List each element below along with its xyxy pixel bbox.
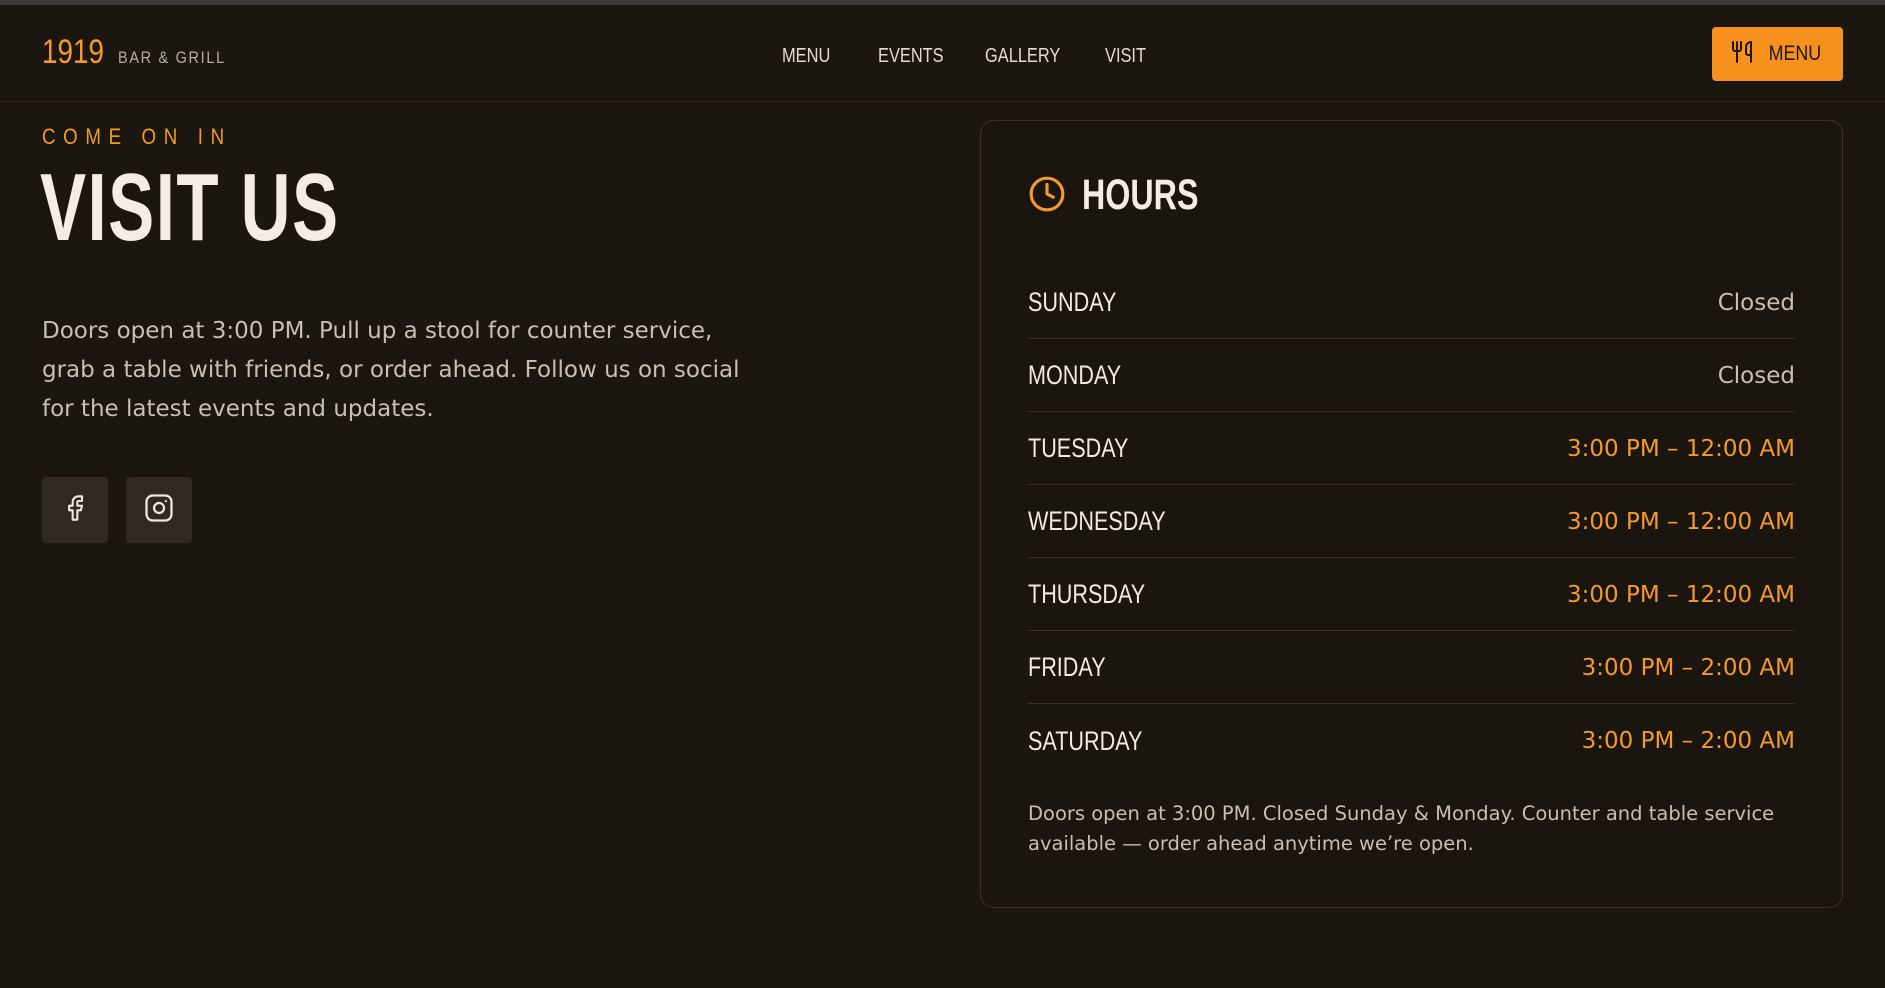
page-title: VISIT US bbox=[40, 154, 340, 261]
hours-row: WEDNESDAY 3:00 PM – 12:00 AM bbox=[1028, 486, 1795, 558]
hours-day: SUNDAY bbox=[1028, 287, 1117, 317]
menu-button[interactable]: MENU bbox=[1712, 27, 1843, 81]
section-eyebrow: COME ON IN bbox=[42, 124, 232, 149]
site-header: 1919 BAR & GRILL MENU EVENTS GALLERY VIS… bbox=[0, 5, 1885, 102]
hours-list: SUNDAY Closed MONDAY Closed TUESDAY 3:00… bbox=[1028, 267, 1795, 778]
menu-button-label: MENU bbox=[1768, 42, 1821, 65]
hours-row: FRIDAY 3:00 PM – 2:00 AM bbox=[1028, 632, 1795, 704]
hours-day: MONDAY bbox=[1028, 360, 1122, 390]
hours-day: FRIDAY bbox=[1028, 652, 1106, 682]
brand-logo[interactable]: 1919 BAR & GRILL bbox=[42, 33, 245, 72]
brand-subtitle: BAR & GRILL bbox=[117, 48, 226, 67]
hours-card: HOURS SUNDAY Closed MONDAY Closed TUESDA… bbox=[980, 120, 1843, 908]
hours-row: SUNDAY Closed bbox=[1028, 267, 1795, 339]
hours-note: Doors open at 3:00 PM. Closed Sunday & M… bbox=[1028, 802, 1775, 855]
hours-row: MONDAY Closed bbox=[1028, 340, 1795, 412]
hours-row: THURSDAY 3:00 PM – 12:00 AM bbox=[1028, 559, 1795, 631]
nav-item-menu[interactable]: MENU bbox=[782, 45, 830, 68]
hours-time: 3:00 PM – 12:00 AM bbox=[1567, 581, 1795, 608]
clock-icon bbox=[1028, 175, 1066, 217]
hours-time: 3:00 PM – 12:00 AM bbox=[1567, 435, 1795, 462]
hours-time: 3:00 PM – 2:00 AM bbox=[1581, 654, 1795, 681]
facebook-button[interactable] bbox=[42, 477, 108, 543]
hours-title: HOURS bbox=[1082, 171, 1199, 219]
brand-number: 1919 bbox=[42, 33, 105, 71]
instagram-icon bbox=[144, 493, 174, 527]
nav-item-events[interactable]: EVENTS bbox=[878, 45, 944, 68]
intro-text: Doors open at 3:00 PM. Pull up a stool f… bbox=[42, 318, 740, 422]
nav-item-visit[interactable]: VISIT bbox=[1105, 45, 1146, 68]
hours-row: SATURDAY 3:00 PM – 2:00 AM bbox=[1028, 705, 1795, 777]
facebook-icon bbox=[61, 494, 89, 526]
hours-day: TUESDAY bbox=[1028, 433, 1129, 463]
utensils-icon bbox=[1730, 40, 1754, 68]
hours-day: SATURDAY bbox=[1028, 725, 1143, 756]
hours-row: TUESDAY 3:00 PM – 12:00 AM bbox=[1028, 413, 1795, 485]
hours-time: Closed bbox=[1717, 362, 1795, 389]
hours-time: Closed bbox=[1717, 289, 1795, 316]
hours-day: THURSDAY bbox=[1028, 579, 1146, 609]
hours-time: 3:00 PM – 2:00 AM bbox=[1581, 728, 1795, 754]
instagram-button[interactable] bbox=[126, 477, 192, 543]
hours-time: 3:00 PM – 12:00 AM bbox=[1567, 508, 1795, 535]
hours-day: WEDNESDAY bbox=[1028, 506, 1166, 536]
hours-header: HOURS bbox=[1028, 171, 1237, 220]
nav-item-gallery[interactable]: GALLERY bbox=[985, 45, 1060, 68]
